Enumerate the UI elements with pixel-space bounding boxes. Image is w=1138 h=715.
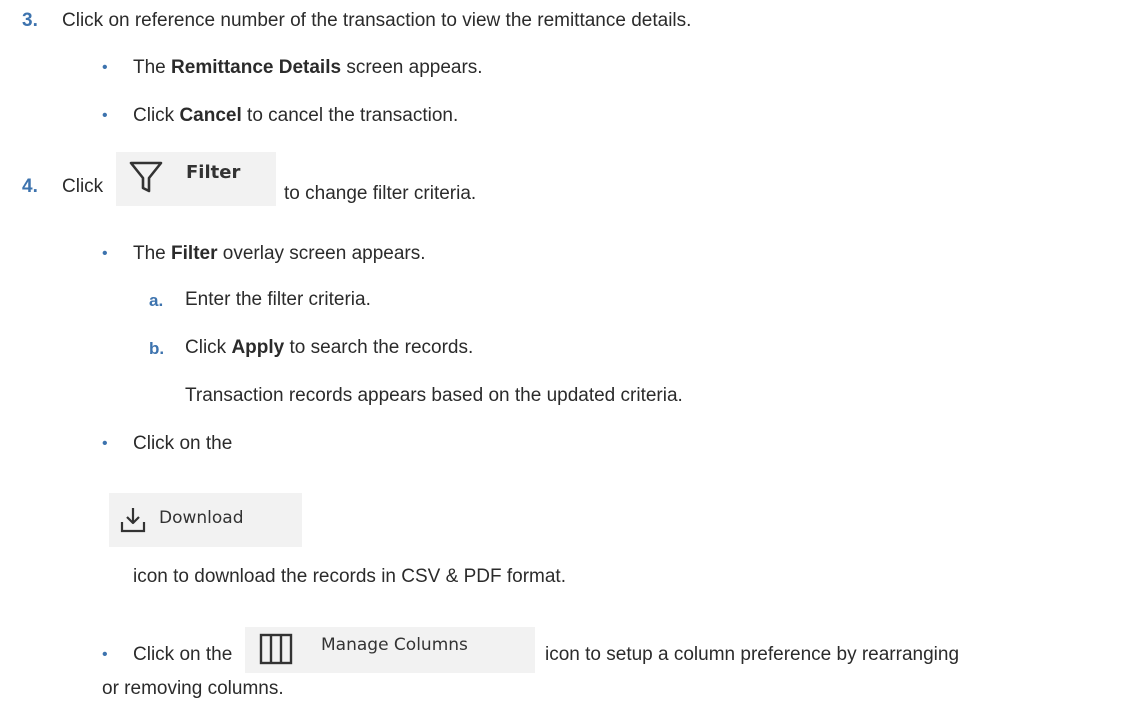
bullet: • [102,435,108,452]
filter-button-label: Filter [186,162,241,183]
substep-a-text: Enter the filter criteria. [185,289,371,310]
substep-b-letter: b. [149,339,165,358]
manage-bullet-post-line2: or removing columns. [102,678,284,699]
bullet: • [102,245,108,262]
filter-button[interactable]: Filter [116,152,276,206]
remittance-details-label: Remittance Details [171,57,342,78]
download-bullet-post: icon to download the records in CSV & PD… [133,566,566,587]
substep-a-letter: a. [149,291,164,310]
bullet: • [102,646,108,663]
text: screen appears. [341,57,483,78]
step-3-number: 3. [22,10,38,31]
text: overlay screen appears. [217,243,426,264]
download-button-label: Download [159,508,244,528]
filter-funnel-icon [128,160,164,200]
step-4-post: to change filter criteria. [284,183,477,204]
manage-columns-label: Manage Columns [321,635,468,655]
substep-b-text: Click Apply to search the records. [185,337,473,359]
step-3-text: Click on reference number of the transac… [62,10,692,31]
step-4-bullet-1: The Filter overlay screen appears. [133,243,426,265]
step-3-bullet-2: Click Cancel to cancel the transaction. [133,105,458,127]
manage-bullet-pre: Click on the [133,644,233,665]
text: to cancel the transaction. [241,105,459,126]
text: Click [133,105,180,126]
text: The [133,243,172,264]
manage-bullet-post-line1: icon to setup a column preference by rea… [545,644,960,665]
apply-label: Apply [231,337,285,358]
download-icon [119,506,147,540]
bullet: • [102,107,108,124]
cancel-label: Cancel [179,105,242,126]
step-4-pre: Click [62,176,104,197]
step-4-number: 4. [22,176,38,197]
columns-icon [259,633,293,671]
text: The [133,57,172,78]
download-button[interactable]: Download [109,493,302,547]
text: to search the records. [284,337,474,358]
result-text: Transaction records appears based on the… [185,385,683,406]
manage-columns-button[interactable]: Manage Columns [245,627,535,673]
step-3-bullet-1: The Remittance Details screen appears. [133,57,483,79]
filter-label: Filter [171,243,218,264]
bullet: • [102,59,108,76]
download-bullet-pre: Click on the [133,433,233,454]
text: Click [185,337,232,358]
